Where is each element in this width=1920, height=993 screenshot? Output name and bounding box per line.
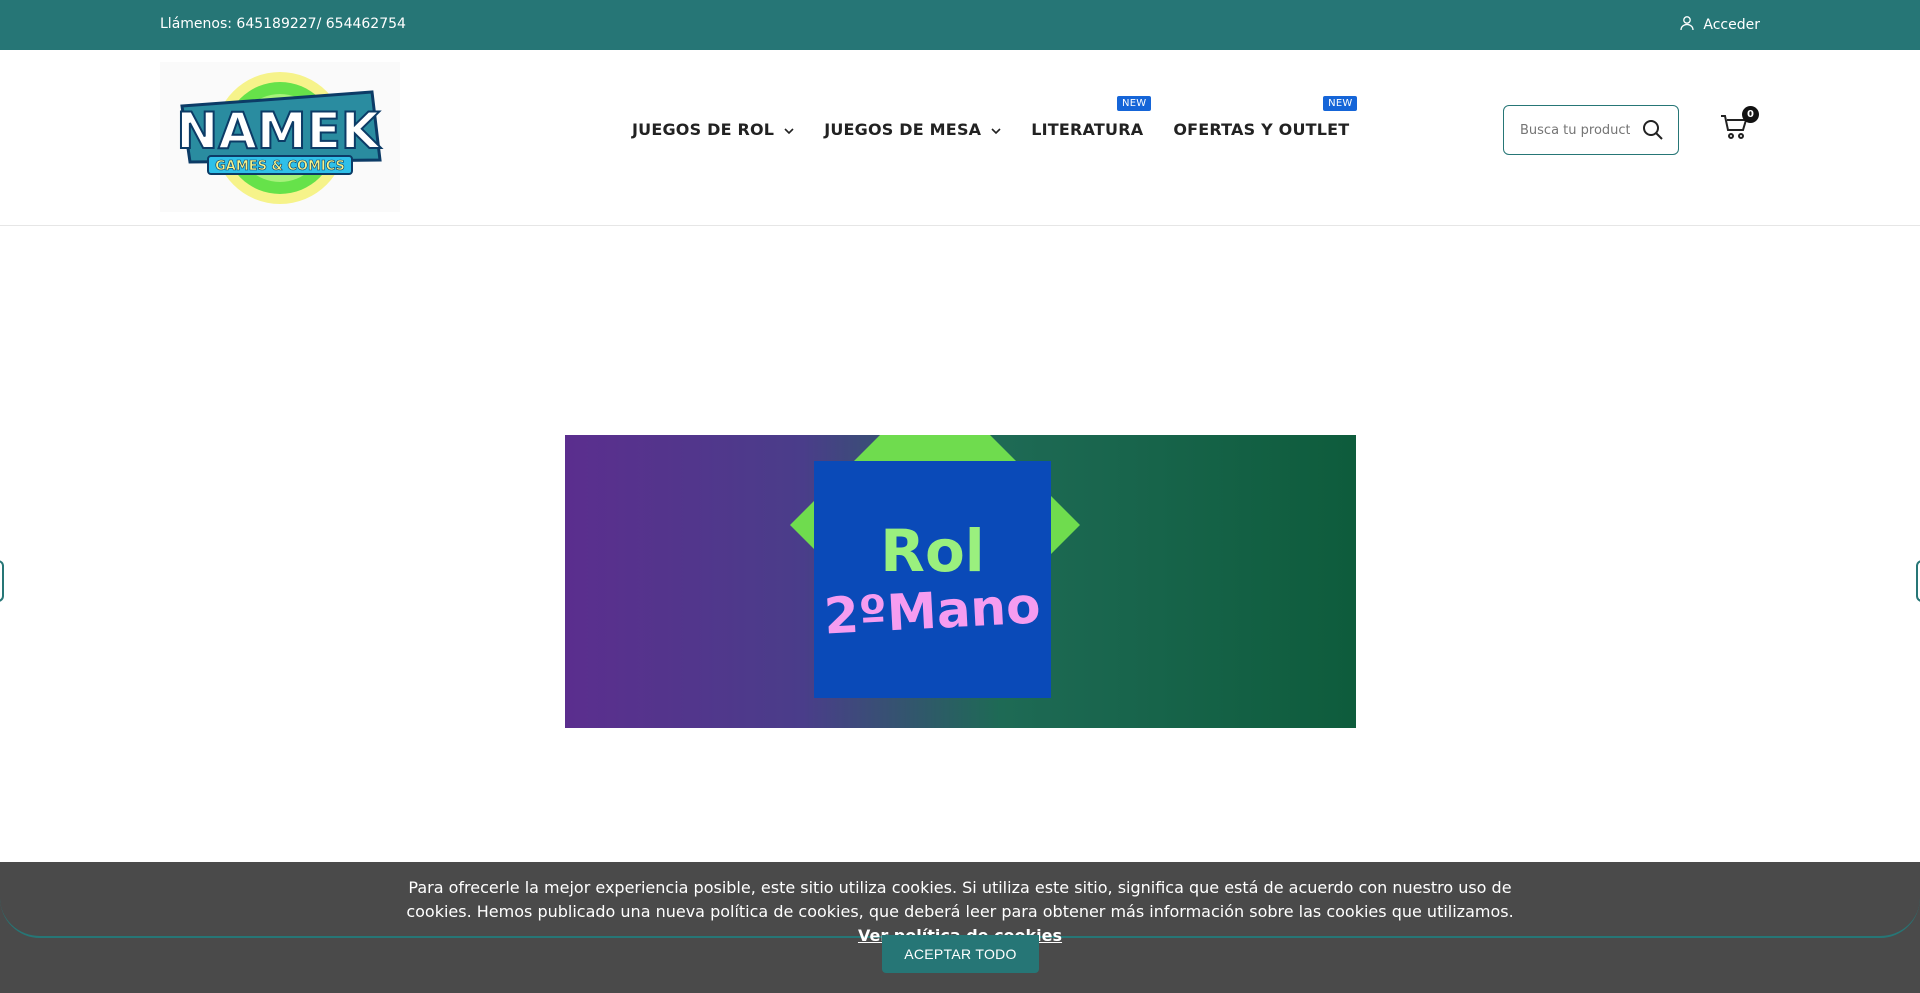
nav-item-literatura[interactable]: LITERATURA NEW <box>1031 96 1152 139</box>
top-bar: Llámenos: 645189227/ 654462754 Acceder <box>0 0 1920 50</box>
search-icon[interactable] <box>1642 119 1664 145</box>
cart-icon <box>1720 115 1748 144</box>
new-badge: NEW <box>1323 96 1358 111</box>
banner-title-box: Rol 2ºMano <box>814 461 1051 698</box>
search-input[interactable] <box>1520 122 1630 138</box>
site-header: NAMEK GAMES & COMICS JUEGOS DE ROL JUEGO… <box>0 50 1920 226</box>
banner-title-line1: Rol <box>880 517 985 586</box>
logo-text-main: NAMEK <box>176 102 381 160</box>
chevron-down-icon <box>991 120 1001 139</box>
search-box <box>1503 105 1679 155</box>
cookie-banner: Para ofrecerle la mejor experiencia posi… <box>0 862 1920 993</box>
logo-text-sub: GAMES & COMICS <box>215 159 345 174</box>
user-icon <box>1679 15 1695 35</box>
login-label: Acceder <box>1703 17 1760 33</box>
nav-item-label: OFERTAS Y OUTLET <box>1173 120 1350 139</box>
chevron-down-icon <box>784 120 794 139</box>
phone-text: Llámenos: 645189227/ 654462754 <box>160 16 406 32</box>
login-link[interactable]: Acceder <box>1679 15 1760 35</box>
nav-item-label: LITERATURA <box>1031 120 1144 139</box>
nav-item-ofertas-y-outlet[interactable]: OFERTAS Y OUTLET NEW <box>1173 96 1358 139</box>
new-badge: NEW <box>1117 96 1152 111</box>
nav-item-juegos-de-mesa[interactable]: JUEGOS DE MESA <box>824 120 1001 139</box>
cart-count-badge: 0 <box>1742 106 1759 123</box>
cookie-message-text: Para ofrecerle la mejor experiencia posi… <box>406 878 1514 921</box>
slider-prev-button[interactable] <box>0 560 4 602</box>
main-nav: JUEGOS DE ROL JUEGOS DE MESA LITERATURA … <box>632 96 1379 139</box>
banner-title-line2: 2ºMano <box>822 576 1043 646</box>
site-logo[interactable]: NAMEK GAMES & COMICS <box>160 62 400 212</box>
slider-next-button[interactable] <box>1916 560 1920 602</box>
accept-all-button[interactable]: ACEPTAR TODO <box>882 935 1039 973</box>
nav-item-label: JUEGOS DE MESA <box>824 120 982 139</box>
nav-item-juegos-de-rol[interactable]: JUEGOS DE ROL <box>632 120 794 139</box>
nav-item-label: JUEGOS DE ROL <box>632 120 775 139</box>
cart-button[interactable]: 0 <box>1720 106 1759 144</box>
hero-banner[interactable]: Rol 2ºMano <box>565 435 1356 728</box>
